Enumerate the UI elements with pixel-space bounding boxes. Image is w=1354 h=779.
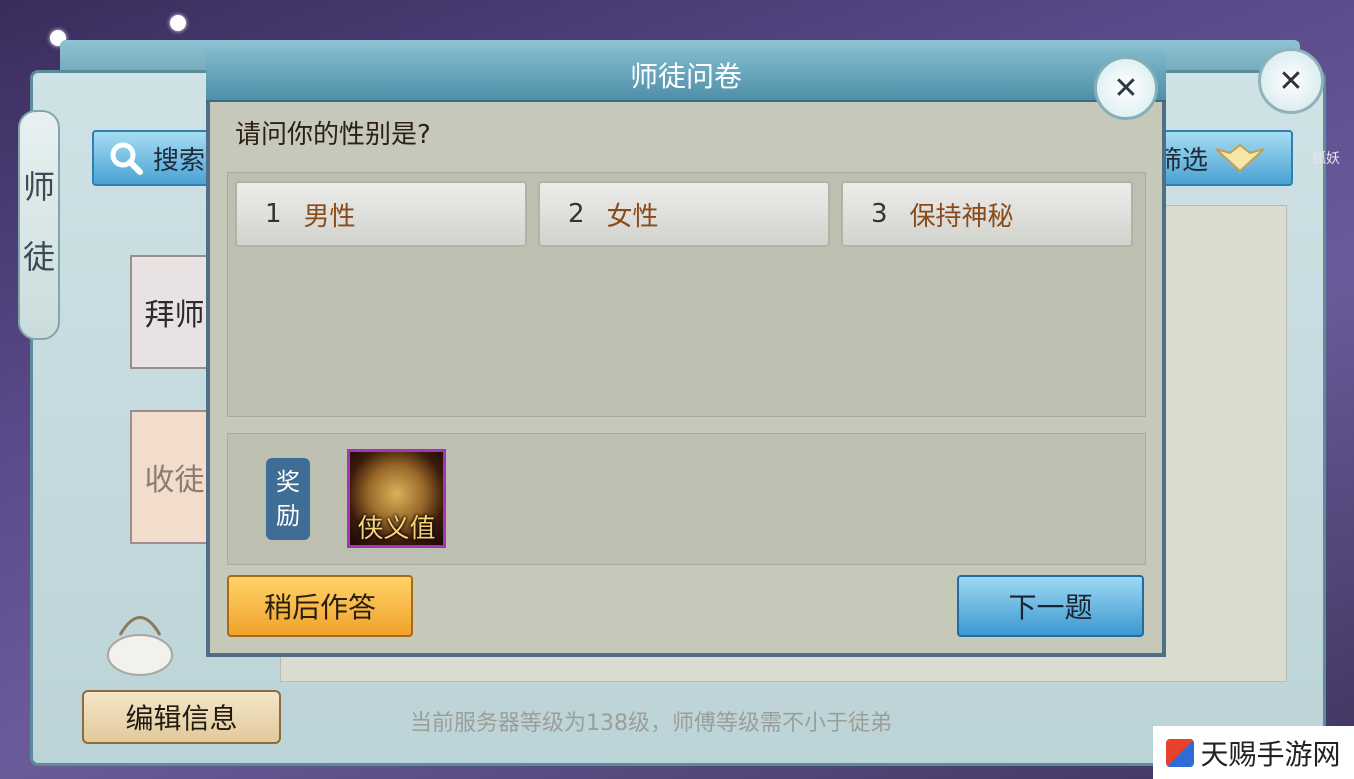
fox-label: 狐妖 <box>1312 151 1340 167</box>
reward-tag-char: 励 <box>276 502 300 530</box>
reward-tag-char: 奖 <box>276 468 300 496</box>
next-question-button[interactable]: 下一题 <box>957 575 1144 637</box>
answer-later-button[interactable]: 稍后作答 <box>227 575 413 637</box>
question-text: 请问你的性别是? <box>235 120 431 150</box>
search-icon <box>110 142 143 175</box>
option-male[interactable]: 1 男性 <box>235 181 527 247</box>
lantern-label: 拜师 <box>144 298 205 333</box>
option-label: 女性 <box>606 201 659 232</box>
lantern-label: 收徒 <box>144 463 205 498</box>
filter-icon <box>1215 143 1265 173</box>
reward-tag: 奖 励 <box>266 458 310 540</box>
background-close-button[interactable]: ✕ <box>1258 48 1324 114</box>
filter-button[interactable]: 筛选 <box>1150 130 1293 186</box>
watermark-logo-icon <box>1166 738 1195 767</box>
blossom-decoration <box>170 15 186 31</box>
close-icon: ✕ <box>1113 70 1139 106</box>
dialog-title: 师徒问卷 <box>206 50 1166 102</box>
answer-later-label: 稍后作答 <box>263 591 376 624</box>
side-tab-char: 徒 <box>22 238 55 276</box>
site-watermark: 天赐手游网 <box>1153 726 1354 779</box>
edit-info-label: 编辑信息 <box>125 702 238 735</box>
option-number: 3 <box>871 199 888 229</box>
teapot-icon <box>107 616 173 676</box>
side-tab-char: 师 <box>22 168 55 206</box>
option-female[interactable]: 2 女性 <box>538 181 830 247</box>
close-icon: ✕ <box>1278 63 1304 99</box>
option-number: 1 <box>265 199 282 229</box>
edit-info-button[interactable]: 编辑信息 <box>82 690 281 744</box>
option-label: 男性 <box>303 201 356 232</box>
dialog-close-button[interactable]: ✕ <box>1094 56 1158 120</box>
option-number: 2 <box>568 199 585 229</box>
side-tab-master-apprentice[interactable]: 师 徒 <box>18 110 60 340</box>
watermark-text: 天赐手游网 <box>1200 737 1341 771</box>
server-level-note: 当前服务器等级为138级，师傅等级需不小于徒弟 <box>410 711 892 736</box>
option-secret[interactable]: 3 保持神秘 <box>841 181 1133 247</box>
next-question-label: 下一题 <box>1008 591 1093 624</box>
reward-item-label: 侠义值 <box>357 514 436 544</box>
option-label: 保持神秘 <box>909 201 1014 232</box>
search-label: 搜索 <box>153 145 206 176</box>
